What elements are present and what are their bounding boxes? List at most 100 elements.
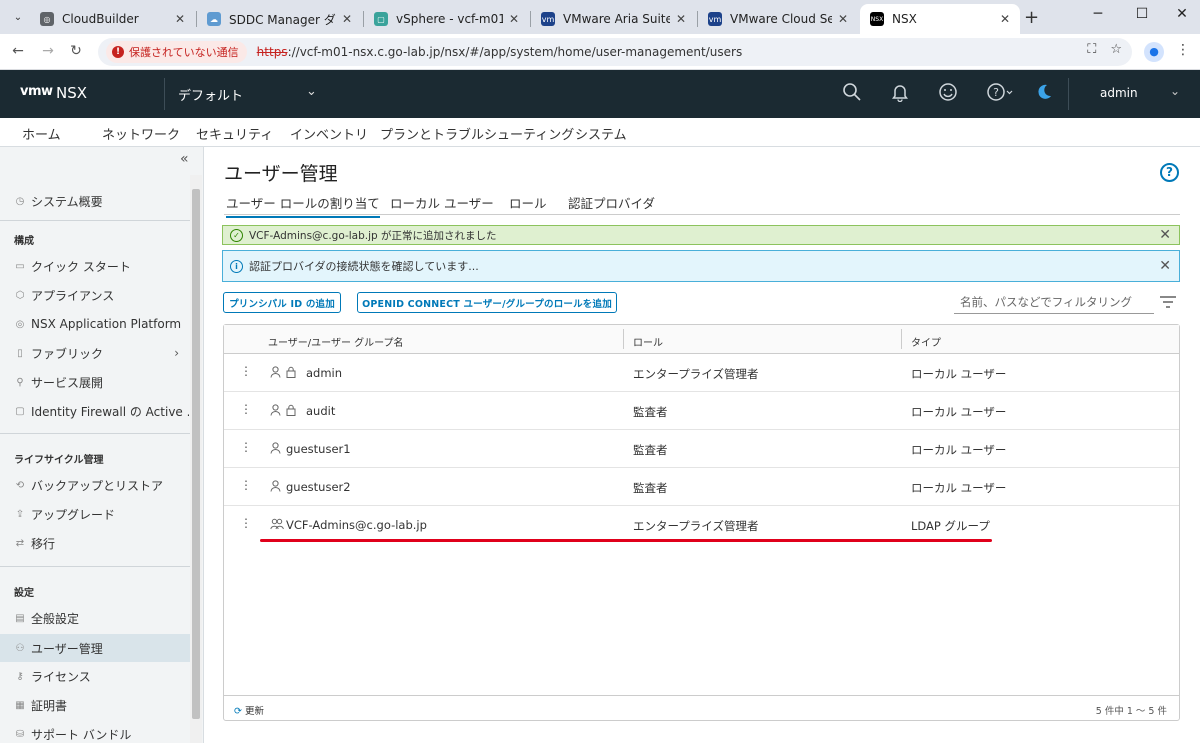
forward-arrow-icon[interactable]: → (38, 41, 58, 61)
tab-user-role-assignment[interactable]: ユーザー ロールの割り当て (226, 193, 380, 218)
quick-start-icon: ▭ (15, 260, 25, 272)
nav-home[interactable]: ホーム (22, 124, 61, 143)
row-actions-kebab-icon[interactable]: ⋮ (240, 402, 252, 416)
browser-tab-cloud-services[interactable]: vm VMware Cloud Services ✕ (698, 4, 858, 34)
filter-lines-icon[interactable] (1159, 295, 1177, 313)
tab-auth-providers[interactable]: 認証プロバイダ (568, 193, 655, 216)
column-header-role[interactable]: ロール (633, 334, 663, 349)
row-type: LDAP グループ (911, 519, 990, 533)
back-arrow-icon[interactable]: ← (8, 41, 28, 61)
table-row[interactable]: ⋮ audit 監査者 ローカル ユーザー (224, 392, 1179, 430)
new-tab-plus-icon[interactable]: + (1024, 7, 1039, 28)
bell-icon[interactable] (888, 82, 912, 106)
collapse-sidebar-icon[interactable]: « (180, 151, 189, 167)
browser-tab-nsx[interactable]: NSX NSX ✕ (860, 4, 1020, 34)
row-actions-kebab-icon[interactable]: ⋮ (240, 364, 252, 378)
vmware-favicon-icon: vm (708, 12, 722, 26)
main-navigation: ホーム ネットワーク セキュリティ インベントリ プランとトラブルシューティング… (0, 118, 1200, 150)
close-icon[interactable]: ✕ (1000, 12, 1010, 26)
maximize-icon[interactable]: ☐ (1132, 6, 1152, 22)
profile-avatar-icon[interactable]: ● (1144, 42, 1164, 62)
nav-inventory[interactable]: インベントリ (290, 124, 368, 143)
nav-plan-troubleshoot[interactable]: プランとトラブルシューティング (380, 124, 574, 143)
subtab-bar: ユーザー ロールの割り当て ローカル ユーザー ロール 認証プロバイダ (224, 193, 1180, 218)
add-principal-id-button[interactable]: プリンシパル ID の追加 (223, 292, 341, 313)
sidebar-item-label: ユーザー管理 (31, 641, 103, 656)
moon-theme-icon[interactable] (1032, 82, 1056, 106)
window-close-icon[interactable]: ✕ (1172, 6, 1192, 22)
sidebar: « ◷ システム概要 構成 ▭ クイック スタート ⬡ アプライアンス ◎ NSX Ap… (0, 147, 204, 743)
table-row[interactable]: ⋮ guestuser2 監査者 ローカル ユーザー (224, 468, 1179, 506)
security-label: 保護されていない通信 (129, 46, 239, 59)
search-icon[interactable] (840, 82, 864, 106)
chevron-down-icon[interactable]: ⌄ (1170, 84, 1180, 98)
browser-tab-cloudbuilder[interactable]: ◎ CloudBuilder ✕ (30, 4, 195, 34)
smiley-feedback-icon[interactable] (936, 82, 960, 106)
url-omnibox[interactable]: ! 保護されていない通信 https://vcf-m01-nsx.c.go-la… (98, 38, 1132, 66)
tab-roles[interactable]: ロール (509, 193, 547, 216)
row-actions-kebab-icon[interactable]: ⋮ (240, 440, 252, 454)
sidebar-item-nsx-app-platform[interactable]: ◎ NSX Application Platform (14, 312, 189, 336)
users-datagrid: ユーザー/ユーザー グループ名 ロール タイプ ⋮ admin エンタープライズ… (223, 324, 1180, 721)
column-header-type[interactable]: タイプ (911, 334, 941, 349)
row-actions-kebab-icon[interactable]: ⋮ (240, 478, 252, 492)
context-selector[interactable]: デフォルト (178, 85, 243, 104)
nav-networking[interactable]: ネットワーク (102, 124, 180, 143)
sidebar-item-upgrade[interactable]: ⇪ アップグレード (14, 502, 189, 526)
close-icon[interactable]: ✕ (175, 12, 185, 26)
sidebar-item-general-settings[interactable]: ▤ 全般設定 (14, 606, 189, 630)
sidebar-item-identity-firewall[interactable]: ▢ Identity Firewall の Active ... (14, 399, 189, 423)
close-icon[interactable]: ✕ (1159, 227, 1171, 243)
sidebar-item-fabric[interactable]: ▯ ファブリック › (14, 341, 189, 365)
sidebar-item-quick-start[interactable]: ▭ クイック スタート (14, 254, 189, 278)
translate-icon[interactable]: ⛶ (1087, 42, 1096, 57)
add-openid-connect-role-button[interactable]: OPENID CONNECT ユーザー/グループのロールを追加 (357, 292, 617, 313)
table-row[interactable]: ⋮ admin エンタープライズ管理者 ローカル ユーザー (224, 354, 1179, 392)
sidebar-item-appliances[interactable]: ⬡ アプライアンス (14, 283, 189, 307)
tab-label: VMware Aria Suite Lifecycle (563, 12, 670, 26)
sidebar-item-license[interactable]: ⚷ ライセンス (14, 664, 189, 688)
filter-input[interactable]: 名前、パスなどでフィルタリング (954, 292, 1154, 314)
security-chip[interactable]: ! 保護されていない通信 (106, 41, 247, 63)
success-alert-text: VCF-Admins@c.go-lab.jp が正常に追加されました (249, 229, 497, 242)
close-icon[interactable]: ✕ (676, 12, 686, 26)
refresh-button[interactable]: ⟳ 更新 (234, 703, 264, 717)
warning-icon: ! (112, 46, 124, 58)
row-role: エンタープライズ管理者 (633, 367, 759, 381)
row-name: guestuser2 (286, 480, 351, 494)
help-menu-icon[interactable]: ? (986, 82, 1016, 106)
browser-tab-vsphere[interactable]: ▢ vSphere - vcf-m01-vc-01.c ✕ (364, 4, 529, 34)
sidebar-item-service-deployment[interactable]: ⚲ サービス展開 (14, 370, 189, 394)
sidebar-item-backup-restore[interactable]: ⟲ バックアップとリストア (14, 473, 189, 497)
sidebar-item-user-management[interactable]: ⚇ ユーザー管理 (0, 634, 190, 662)
table-row[interactable]: ⋮ guestuser1 監査者 ローカル ユーザー (224, 430, 1179, 468)
column-header-name[interactable]: ユーザー/ユーザー グループ名 (268, 334, 404, 349)
sidebar-scrollbar-thumb[interactable] (192, 189, 200, 719)
close-icon[interactable]: ✕ (1159, 258, 1171, 274)
sidebar-item-label: 証明書 (31, 698, 68, 713)
sidebar-item-label: アプライアンス (31, 288, 115, 303)
browser-menu-kebab-icon[interactable]: ⋮ (1176, 42, 1190, 58)
sidebar-item-support-bundle[interactable]: ⛁ サポート バンドル (14, 722, 189, 743)
migrate-icon: ⇄ (15, 537, 25, 549)
close-icon[interactable]: ✕ (838, 12, 848, 26)
sidebar-item-certificates[interactable]: ▦ 証明書 (14, 693, 189, 717)
tab-search-chevron-icon[interactable]: ⌄ (8, 7, 28, 27)
url-text[interactable]: https://vcf-m01-nsx.c.go-lab.jp/nsx/#/ap… (257, 45, 743, 59)
chevron-down-icon[interactable]: ⌄ (306, 84, 317, 99)
sidebar-item-migrate[interactable]: ⇄ 移行 (14, 531, 189, 555)
close-icon[interactable]: ✕ (509, 12, 519, 26)
browser-tab-aria-suite[interactable]: vm VMware Aria Suite Lifecycle ✕ (531, 4, 696, 34)
bookmark-star-icon[interactable]: ☆ (1110, 42, 1122, 57)
reload-icon[interactable]: ↻ (66, 41, 86, 61)
nav-security[interactable]: セキュリティ (196, 124, 273, 143)
user-menu[interactable]: admin (1100, 86, 1138, 100)
tab-local-users[interactable]: ローカル ユーザー (390, 193, 494, 216)
minimize-icon[interactable]: ─ (1088, 6, 1108, 22)
close-icon[interactable]: ✕ (342, 12, 352, 26)
browser-tab-sddc-manager[interactable]: ☁ SDDC Manager ダッシュボード ✕ (197, 4, 362, 34)
help-icon[interactable]: ? (1160, 163, 1179, 182)
cube-icon: ⬡ (15, 289, 25, 301)
sidebar-item-system-overview[interactable]: ◷ システム概要 (14, 189, 189, 213)
row-actions-kebab-icon[interactable]: ⋮ (240, 516, 252, 530)
